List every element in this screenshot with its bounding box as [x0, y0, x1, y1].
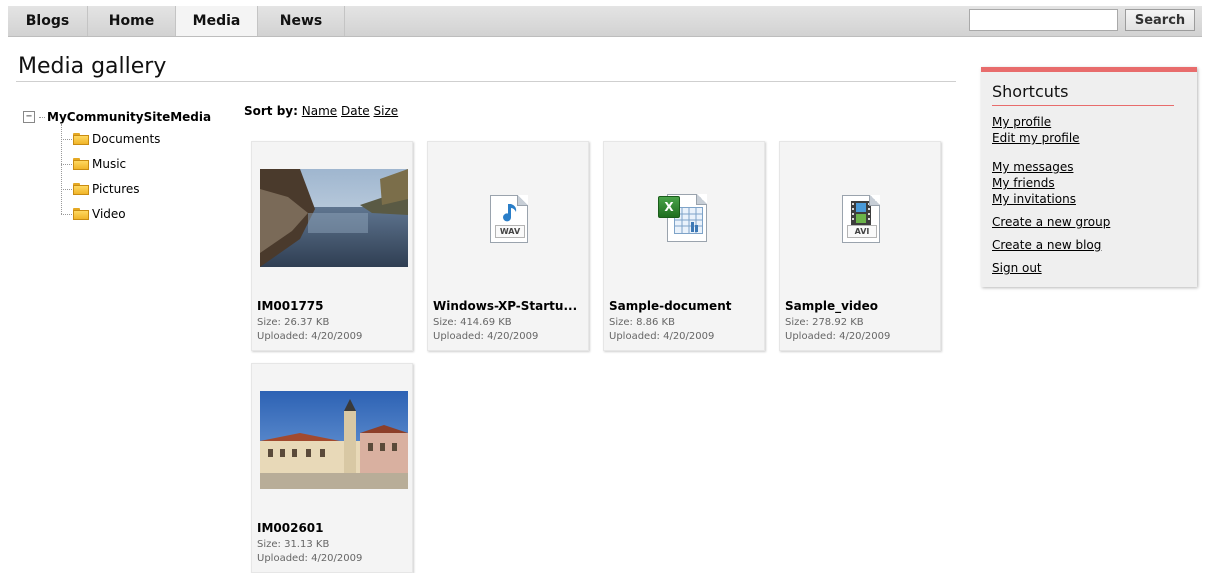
tab-media[interactable]: Media — [176, 6, 258, 36]
wav-file-icon: WAV — [428, 195, 590, 265]
media-uploaded: Uploaded: 4/20/2009 — [785, 331, 891, 342]
media-name: IM002601 — [257, 521, 324, 535]
search-input[interactable] — [969, 9, 1118, 31]
link-create-new-group[interactable]: Create a new group — [992, 215, 1110, 229]
avi-file-icon: AVI — [780, 195, 942, 265]
media-name: Sample-document — [609, 299, 732, 313]
page-title: Media gallery — [18, 54, 167, 79]
tab-blogs[interactable]: Blogs — [8, 6, 88, 36]
link-my-friends[interactable]: My friends — [992, 176, 1055, 190]
townhall-photo-thumbnail — [260, 391, 408, 489]
tree-item-label: Pictures — [92, 182, 140, 196]
media-card-im001775[interactable]: IM001775 Size: 26.37 KB Uploaded: 4/20/2… — [251, 141, 413, 351]
media-size: Size: 31.13 KB — [257, 539, 330, 550]
tree-connector — [61, 163, 72, 165]
tree-connector — [61, 188, 72, 190]
tree-item-documents[interactable]: Documents — [61, 130, 160, 148]
media-card-im002601[interactable]: IM002601 Size: 31.13 KB Uploaded: 4/20/2… — [251, 363, 413, 573]
folder-icon — [73, 183, 89, 195]
tab-home[interactable]: Home — [88, 6, 176, 36]
sort-by-size-link[interactable]: Size — [374, 104, 399, 118]
sort-label: Sort by: — [244, 104, 298, 118]
title-divider — [16, 81, 956, 82]
media-card-windows-xp-startup[interactable]: WAV Windows-XP-Startu... Size: 414.69 KB… — [427, 141, 589, 351]
sort-by-date-link[interactable]: Date — [341, 104, 370, 118]
link-edit-my-profile[interactable]: Edit my profile — [992, 131, 1080, 145]
tree-item-label: Music — [92, 157, 127, 171]
link-my-messages[interactable]: My messages — [992, 160, 1073, 174]
tab-news[interactable]: News — [258, 6, 345, 36]
film-strip-icon — [851, 201, 871, 225]
tree-root[interactable]: − MyCommunitySiteMedia — [23, 108, 211, 126]
excel-logo-icon: X — [658, 196, 680, 218]
file-type-tag: AVI — [847, 225, 877, 238]
folder-icon — [73, 133, 89, 145]
media-card-sample-video[interactable]: AVI Sample_video Size: 278.92 KB Uploade… — [779, 141, 941, 351]
tree-item-label: Documents — [92, 132, 161, 146]
shortcuts-title: Shortcuts — [992, 82, 1069, 101]
media-name: IM001775 — [257, 299, 324, 313]
link-create-new-blog[interactable]: Create a new blog — [992, 238, 1101, 252]
folder-icon — [73, 158, 89, 170]
media-size: Size: 8.86 KB — [609, 317, 675, 328]
sort-by-name-link[interactable]: Name — [302, 104, 337, 118]
excel-file-icon: X — [604, 192, 766, 262]
media-uploaded: Uploaded: 4/20/2009 — [257, 331, 363, 342]
tree-connector — [39, 116, 45, 118]
link-my-profile[interactable]: My profile — [992, 115, 1051, 129]
river-photo-thumbnail — [260, 169, 408, 267]
tree-item-music[interactable]: Music — [61, 155, 126, 173]
media-size: Size: 278.92 KB — [785, 317, 864, 328]
media-size: Size: 414.69 KB — [433, 317, 512, 328]
media-uploaded: Uploaded: 4/20/2009 — [257, 553, 363, 564]
link-my-invitations[interactable]: My invitations — [992, 192, 1076, 206]
tree-item-label: Video — [92, 207, 126, 221]
tree-item-pictures[interactable]: Pictures — [61, 180, 140, 198]
media-uploaded: Uploaded: 4/20/2009 — [433, 331, 539, 342]
folder-icon — [73, 208, 89, 220]
media-size: Size: 26.37 KB — [257, 317, 330, 328]
tree-connector — [61, 213, 72, 215]
tree-connector — [61, 138, 72, 140]
collapse-toggle-icon[interactable]: − — [23, 111, 35, 123]
media-name: Sample_video — [785, 299, 878, 313]
shortcuts-divider — [992, 105, 1174, 106]
media-card-sample-document[interactable]: X Sample-document Size: 8.86 KB Uploaded… — [603, 141, 765, 351]
media-name: Windows-XP-Startu... — [433, 299, 578, 313]
link-sign-out[interactable]: Sign out — [992, 261, 1042, 275]
sort-bar: Sort by: Name Date Size — [244, 104, 398, 118]
file-type-tag: WAV — [495, 225, 525, 238]
tree-item-video[interactable]: Video — [61, 205, 126, 223]
media-uploaded: Uploaded: 4/20/2009 — [609, 331, 715, 342]
music-note-icon — [503, 204, 517, 222]
search-button[interactable]: Search — [1125, 9, 1195, 31]
shortcuts-panel: Shortcuts My profile Edit my profile My … — [981, 67, 1197, 287]
tree-root-label: MyCommunitySiteMedia — [47, 110, 212, 124]
